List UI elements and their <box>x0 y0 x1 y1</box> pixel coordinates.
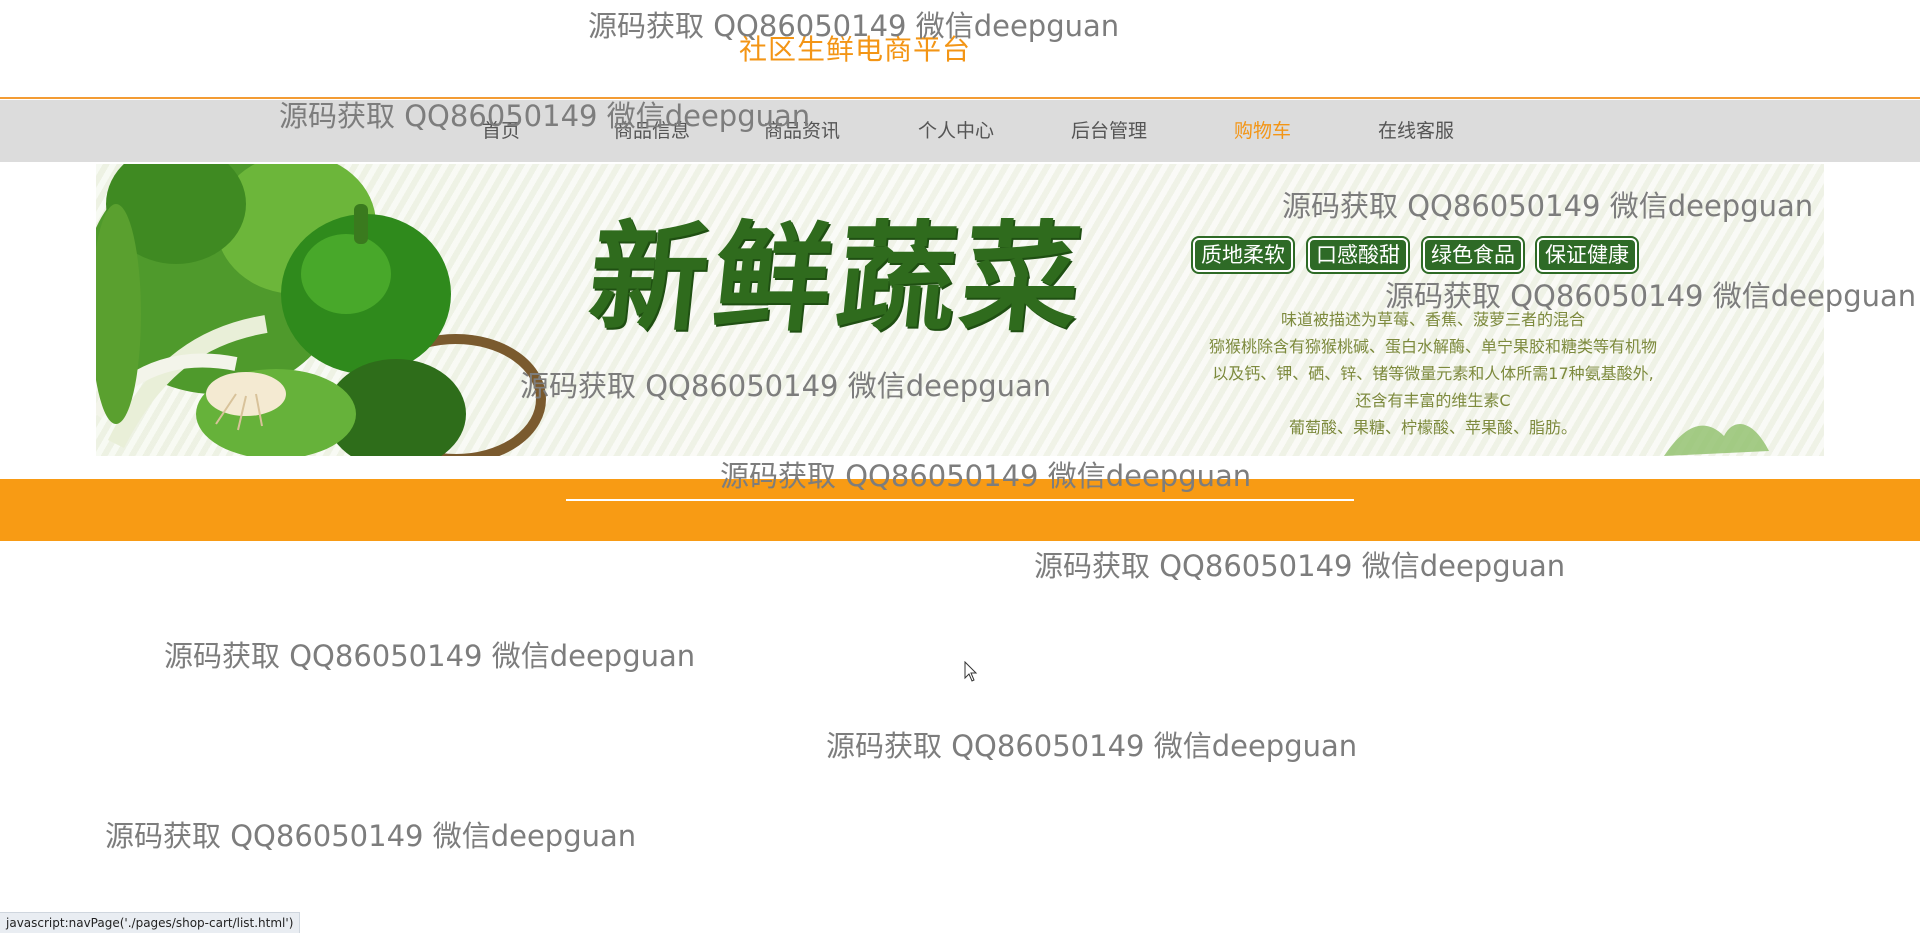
tag-sweet-sour: 口感酸甜 <box>1308 238 1408 272</box>
desc-line-5: 葡萄酸、果糖、柠檬酸、苹果酸、脂肪。 <box>1288 418 1577 437</box>
watermark: 源码获取 QQ86050149 微信deepguan <box>720 459 1252 493</box>
watermark: 源码获取 QQ86050149 微信deepguan <box>826 729 1358 763</box>
watermark: 源码获取 QQ86050149 微信deepguan <box>1282 189 1814 223</box>
nav-item-personal-center[interactable]: 个人中心 <box>918 100 994 162</box>
herb-decoration <box>1664 424 1769 456</box>
watermark: 源码获取 QQ86050149 微信deepguan <box>520 369 1052 403</box>
desc-line-2: 猕猴桃除含有猕猴桃碱、蛋白水解酶、单宁果胶和糖类等有机物 <box>1208 337 1657 356</box>
watermark: 源码获取 QQ86050149 微信deepguan <box>588 9 1120 43</box>
banner-description: 味道被描述为草莓、香蕉、菠萝三者的混合 猕猴桃除含有猕猴桃碱、蛋白水解酶、单宁果… <box>1133 306 1733 441</box>
watermark: 源码获取 QQ86050149 微信deepguan <box>1034 549 1566 583</box>
watermark: 源码获取 QQ86050149 微信deepguan <box>279 99 811 133</box>
band-divider <box>566 499 1354 501</box>
desc-line-3: 以及钙、钾、硒、锌、锗等微量元素和人体所需17种氨基酸外, <box>1212 364 1654 383</box>
status-bar-url: javascript:navPage('./pages/shop-cart/li… <box>0 912 301 933</box>
nav-item-cart[interactable]: 购物车 <box>1234 100 1291 162</box>
mouse-cursor-icon <box>964 661 978 682</box>
watermark: 源码获取 QQ86050149 微信deepguan <box>1385 279 1917 313</box>
watermark: 源码获取 QQ86050149 微信deepguan <box>105 819 637 853</box>
desc-line-4: 还含有丰富的维生素C <box>1355 391 1511 410</box>
tag-soft-texture: 质地柔软 <box>1193 238 1293 272</box>
tag-health: 保证健康 <box>1537 238 1637 272</box>
nav-item-online-service[interactable]: 在线客服 <box>1378 100 1454 162</box>
tag-green-food: 绿色食品 <box>1423 238 1523 272</box>
vegetables-illustration <box>96 164 546 456</box>
banner-title: 新鲜蔬菜 <box>582 208 1094 347</box>
nav-item-admin[interactable]: 后台管理 <box>1071 100 1147 162</box>
watermark: 源码获取 QQ86050149 微信deepguan <box>164 639 696 673</box>
